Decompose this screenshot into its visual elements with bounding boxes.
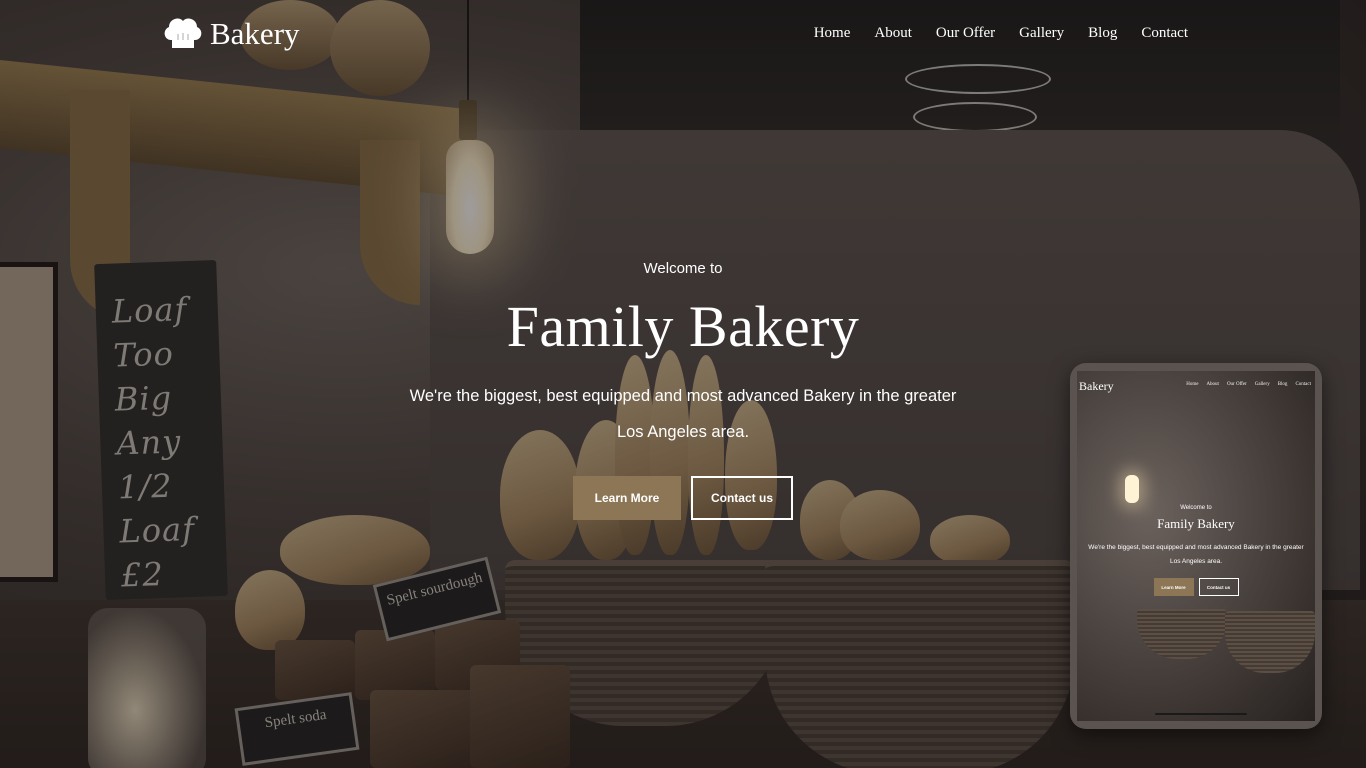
hero-title: Family Bakery [506, 294, 860, 359]
logo[interactable]: Bakery [162, 16, 300, 52]
tablet-contact-us-button: Contact us [1198, 578, 1239, 596]
logo-text: Bakery [210, 16, 300, 51]
tablet-nav-item: Contact [1295, 382, 1311, 387]
hero-welcome: Welcome to [643, 260, 723, 277]
tablet-welcome: Welcome to [1180, 505, 1212, 511]
tablet-title: Family Bakery [1157, 516, 1235, 531]
tablet-home-indicator [1155, 713, 1247, 715]
nav-blog[interactable]: Blog [1088, 25, 1117, 42]
chef-hat-icon [162, 16, 204, 52]
wicker-basket [1225, 611, 1315, 673]
hero-tagline: We're the biggest, best equipped and mos… [409, 387, 957, 441]
nav-gallery[interactable]: Gallery [1019, 25, 1064, 42]
nav-contact[interactable]: Contact [1141, 25, 1188, 42]
tablet-screen: Bakery Home About Our Offer Gallery Blog… [1077, 371, 1315, 721]
tablet-logo: Bakery [1079, 379, 1114, 393]
contact-us-button[interactable]: Contact us [691, 476, 793, 520]
nav-our-offer[interactable]: Our Offer [936, 25, 995, 42]
tablet-buttons: Learn More Contact us [1077, 578, 1315, 596]
nav-about[interactable]: About [874, 25, 912, 42]
learn-more-button[interactable]: Learn More [573, 476, 681, 520]
tablet-preview: Bakery Home About Our Offer Gallery Blog… [1070, 363, 1322, 729]
wicker-basket [1137, 609, 1227, 659]
tablet-nav-item: Gallery [1254, 382, 1270, 387]
nav-home[interactable]: Home [814, 25, 851, 42]
tablet-nav: Home About Our Offer Gallery Blog Contac… [1186, 382, 1311, 387]
hero-section: Welcome to Family Bakery We're the bigge… [333, 260, 1033, 520]
light-bulb [1125, 475, 1139, 503]
tablet-nav-item: Blog [1277, 382, 1288, 387]
tablet-learn-more-button: Learn More [1153, 578, 1194, 596]
tablet-nav-item: About [1206, 382, 1219, 387]
tablet-nav-item: Home [1186, 382, 1199, 387]
tablet-nav-item: Our Offer [1226, 382, 1247, 387]
tablet-tagline: We're the biggest, best equipped and mos… [1088, 544, 1304, 565]
main-nav: Home About Our Offer Gallery Blog Contac… [814, 25, 1188, 42]
hero-buttons: Learn More Contact us [333, 476, 1033, 520]
